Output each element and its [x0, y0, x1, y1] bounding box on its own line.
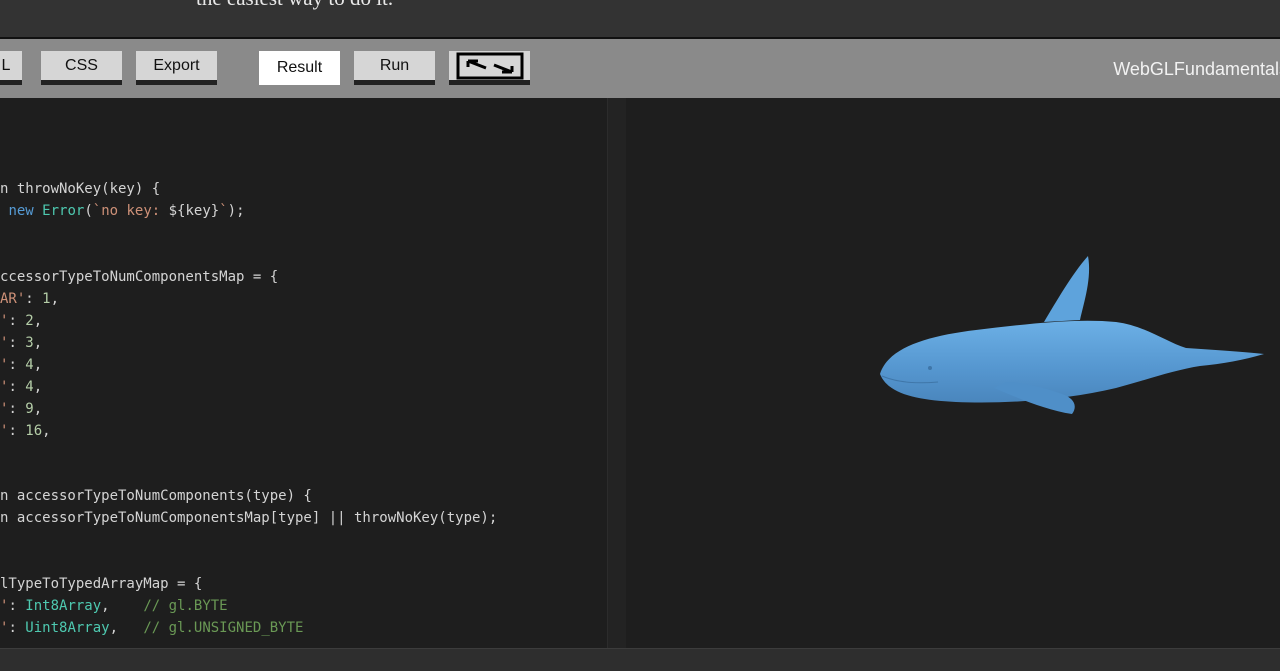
code-line: n accessorTypeToNumComponents(type) {: [0, 488, 312, 504]
result-pane[interactable]: [626, 98, 1280, 648]
bottom-bar: [0, 648, 1280, 671]
result-tab-label: Result: [276, 59, 323, 76]
code-line: n accessorTypeToNumComponentsMap[type] |…: [0, 510, 498, 526]
result-tab-button[interactable]: Result: [259, 51, 340, 85]
run-label: Run: [379, 56, 410, 74]
code-line: ccessorTypeToNumComponentsMap = {: [0, 269, 279, 285]
brand-title: WebGLFundamentals: [1113, 59, 1280, 79]
css-tab-label: CSS: [65, 56, 98, 74]
pane-splitter[interactable]: [607, 98, 626, 648]
whale-render: [880, 256, 1264, 414]
code-line: ': 4,: [0, 379, 43, 395]
editor-toolbar: L CSS Export Result Run WebGLFundamental…: [0, 39, 1280, 98]
article-text: the easiest way to do it.: [196, 0, 393, 11]
export-button[interactable]: Export: [136, 51, 217, 85]
html-tab-button[interactable]: L: [0, 51, 22, 85]
code-line: ': 3,: [0, 335, 43, 351]
code-line: n throwNoKey(key) {: [0, 181, 161, 197]
code-line: new Error(`no key: ${key}`);: [8, 203, 245, 219]
run-button[interactable]: Run: [354, 51, 435, 85]
code-line: ': 16,: [0, 423, 51, 439]
whale-eye: [928, 366, 932, 370]
fullscreen-toggle-button[interactable]: [449, 51, 530, 85]
code-line: ': 4,: [0, 357, 43, 373]
export-label: Export: [153, 56, 200, 74]
fullscreen-toggle-icon: [456, 52, 523, 79]
code-line: ': Uint8Array, // gl.UNSIGNED_BYTE: [0, 620, 304, 636]
code-line: ': 2,: [0, 313, 43, 329]
article-text-strip: the easiest way to do it.: [0, 0, 1280, 37]
code-line: ': 9,: [0, 401, 43, 417]
css-tab-button[interactable]: CSS: [41, 51, 122, 85]
code-editor[interactable]: n throwNoKey(key) { new Error(`no key: $…: [0, 98, 607, 648]
whale-body: [880, 320, 1264, 403]
code-line: lTypeToTypedArrayMap = {: [0, 576, 203, 592]
whale-dorsal-fin: [1044, 256, 1090, 322]
html-tab-label: L: [1, 56, 11, 74]
code-line: ': Int8Array, // gl.BYTE: [0, 598, 228, 614]
code-line: AR': 1,: [0, 291, 60, 307]
